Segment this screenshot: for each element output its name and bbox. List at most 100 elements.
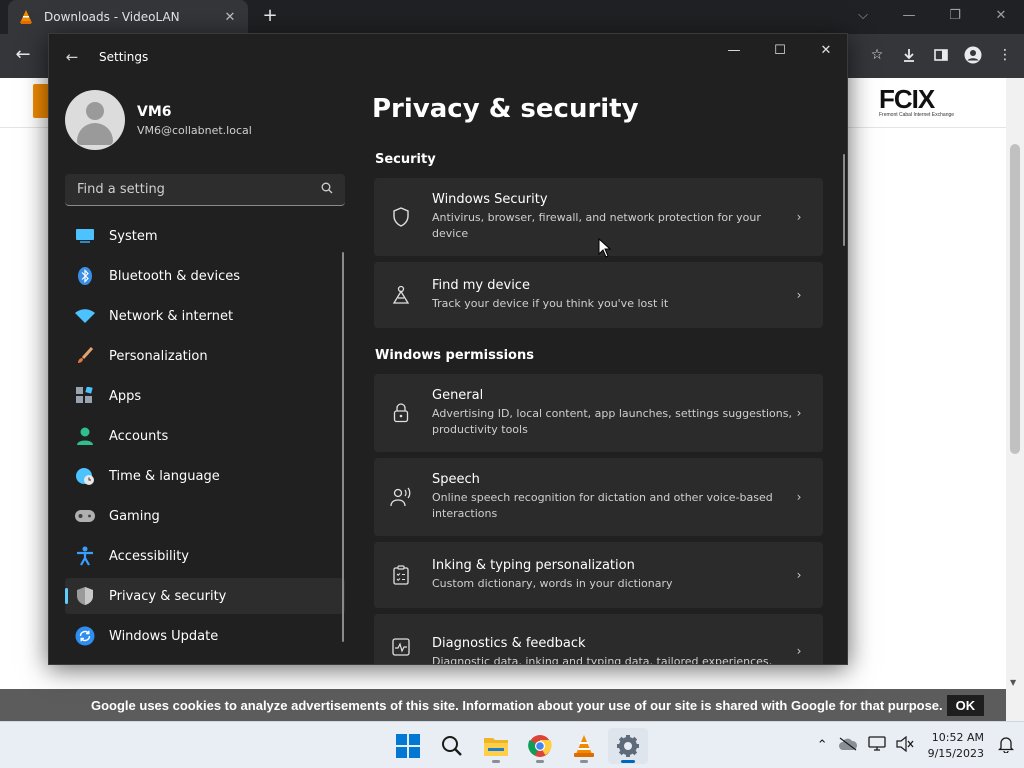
nav-item-personalization[interactable]: Personalization [65, 338, 345, 374]
chevron-right-icon: › [796, 644, 802, 658]
nav-item-system[interactable]: System [65, 218, 345, 254]
tray-overflow-chevron-icon[interactable]: ⌃ [817, 738, 828, 753]
browser-minimize-button[interactable]: — [886, 0, 932, 30]
profile-email: VM6@collabnet.local [137, 123, 252, 137]
profile-icon[interactable] [962, 44, 984, 66]
notification-bell-icon[interactable] [997, 735, 1015, 757]
section-security: Security [375, 152, 436, 167]
new-tab-button[interactable]: + [260, 6, 280, 26]
browser-window-controls: ⌵ — ❐ ✕ [840, 0, 1024, 34]
network-icon[interactable] [867, 735, 886, 756]
shield-icon [390, 206, 412, 228]
settings-nav: System Bluetooth & devices Network & int… [65, 218, 345, 658]
settings-back-button[interactable]: ← [63, 48, 81, 66]
start-icon [396, 734, 420, 758]
taskbar-clock[interactable]: 10:52 AM 9/15/2023 [928, 730, 984, 762]
accessibility-icon [75, 546, 95, 566]
chevron-right-icon: › [796, 288, 802, 302]
gamepad-icon [75, 506, 95, 526]
taskbar-vlc[interactable] [564, 728, 604, 764]
user-profile[interactable]: VM6 VM6@collabnet.local [65, 90, 252, 150]
content-scrollbar[interactable] [843, 154, 845, 246]
settings-search-box[interactable] [65, 174, 345, 206]
download-icon[interactable] [898, 44, 920, 66]
taskbar-settings[interactable] [608, 728, 648, 764]
scroll-down-icon[interactable]: ▼ [1010, 678, 1016, 687]
card-find-my-device[interactable]: Find my device Track your device if you … [374, 262, 823, 328]
apps-icon [75, 386, 95, 406]
browser-close-button[interactable]: ✕ [978, 0, 1024, 30]
settings-window-title: Settings [99, 50, 149, 64]
nav-item-apps[interactable]: Apps [65, 378, 345, 414]
shield-icon [75, 586, 95, 606]
cookie-ok-button[interactable]: OK [946, 694, 985, 716]
card-diagnostics-feedback[interactable]: Diagnostics & feedback Diagnostic data, … [374, 614, 823, 664]
speech-icon [390, 486, 412, 508]
card-speech[interactable]: Speech Online speech recognition for dic… [374, 458, 823, 536]
nav-item-accounts[interactable]: Accounts [65, 418, 345, 454]
nav-item-network[interactable]: Network & internet [65, 298, 345, 334]
card-general[interactable]: General Advertising ID, local content, a… [374, 374, 823, 452]
nav-item-bluetooth[interactable]: Bluetooth & devices [65, 258, 345, 294]
nav-item-time-language[interactable]: Time & language [65, 458, 345, 494]
search-icon [442, 736, 462, 756]
section-windows-permissions: Windows permissions [375, 348, 534, 363]
taskbar-search-button[interactable] [432, 728, 472, 764]
settings-minimize-button[interactable]: — [711, 34, 757, 66]
page-title: Privacy & security [372, 94, 639, 124]
onedrive-icon[interactable] [838, 737, 858, 755]
nav-label-apps: Apps [109, 388, 142, 404]
page-scrollbar[interactable]: ▼ [1006, 78, 1024, 689]
browser-back-button[interactable]: ← [12, 44, 34, 66]
mouse-cursor-icon [598, 238, 612, 258]
settings-maximize-button[interactable]: ☐ [757, 34, 803, 66]
page-scrollbar-thumb[interactable] [1010, 144, 1020, 454]
card-inking-typing[interactable]: Inking & typing personalization Custom d… [374, 542, 823, 608]
fcix-logo-subtitle: Fremont Cabal Internet Exchange [879, 112, 955, 118]
taskbar-chrome[interactable] [520, 728, 560, 764]
browser-tab[interactable]: Downloads - VideoLAN ✕ [8, 0, 248, 34]
chevron-right-icon: › [796, 210, 802, 224]
clock-date: 9/15/2023 [927, 746, 984, 760]
tab-close-icon[interactable]: ✕ [222, 10, 238, 25]
fcix-logo[interactable]: FCIX Fremont Cabal Internet Exchange [879, 86, 954, 118]
cookie-banner: Google uses cookies to analyze advertise… [0, 689, 1006, 721]
card-title: Find my device [432, 278, 530, 293]
nav-scrollbar[interactable] [342, 252, 344, 642]
chevron-right-icon: › [796, 568, 802, 582]
nav-item-privacy-security[interactable]: Privacy & security [65, 578, 345, 614]
nav-item-windows-update[interactable]: Windows Update [65, 618, 345, 654]
settings-titlebar[interactable]: ← Settings — ☐ ✕ [49, 34, 847, 82]
chevron-right-icon: › [796, 406, 802, 420]
chevron-right-icon: › [796, 490, 802, 504]
search-icon[interactable] [321, 182, 333, 197]
nav-label-gaming: Gaming [109, 508, 160, 524]
settings-icon [617, 735, 639, 757]
card-title: Inking & typing personalization [432, 558, 635, 573]
settings-search-input[interactable] [77, 182, 321, 197]
vlc-favicon-icon [20, 10, 32, 24]
more-menu-icon[interactable]: ⋮ [994, 44, 1016, 66]
nav-label-accessibility: Accessibility [109, 548, 189, 564]
card-desc: Track your device if you think you've lo… [432, 297, 669, 310]
cookie-scroll-gutter [1006, 689, 1024, 721]
globe-clock-icon [75, 466, 95, 486]
tab-search-icon[interactable]: ⌵ [840, 0, 886, 30]
start-button[interactable] [388, 728, 428, 764]
browser-restore-button[interactable]: ❐ [932, 0, 978, 30]
settings-window-controls: — ☐ ✕ [711, 34, 847, 66]
videolan-logo[interactable] [33, 84, 49, 118]
cookie-message: Google uses cookies to analyze advertise… [91, 697, 943, 713]
settings-window: ← Settings — ☐ ✕ VM6 VM6@collabnet.local… [48, 33, 848, 665]
taskbar-file-explorer[interactable] [476, 728, 516, 764]
paintbrush-icon [75, 346, 95, 366]
volume-muted-icon[interactable] [895, 735, 914, 756]
settings-close-button[interactable]: ✕ [803, 34, 847, 66]
bookmark-star-icon[interactable]: ☆ [866, 44, 888, 66]
taskbar: ⌃ 10:52 AM 9/15/2023 [0, 721, 1024, 768]
clock-time: 10:52 AM [931, 730, 984, 744]
nav-label-time-language: Time & language [109, 468, 220, 484]
nav-item-accessibility[interactable]: Accessibility [65, 538, 345, 574]
side-panel-icon[interactable] [930, 44, 952, 66]
nav-item-gaming[interactable]: Gaming [65, 498, 345, 534]
